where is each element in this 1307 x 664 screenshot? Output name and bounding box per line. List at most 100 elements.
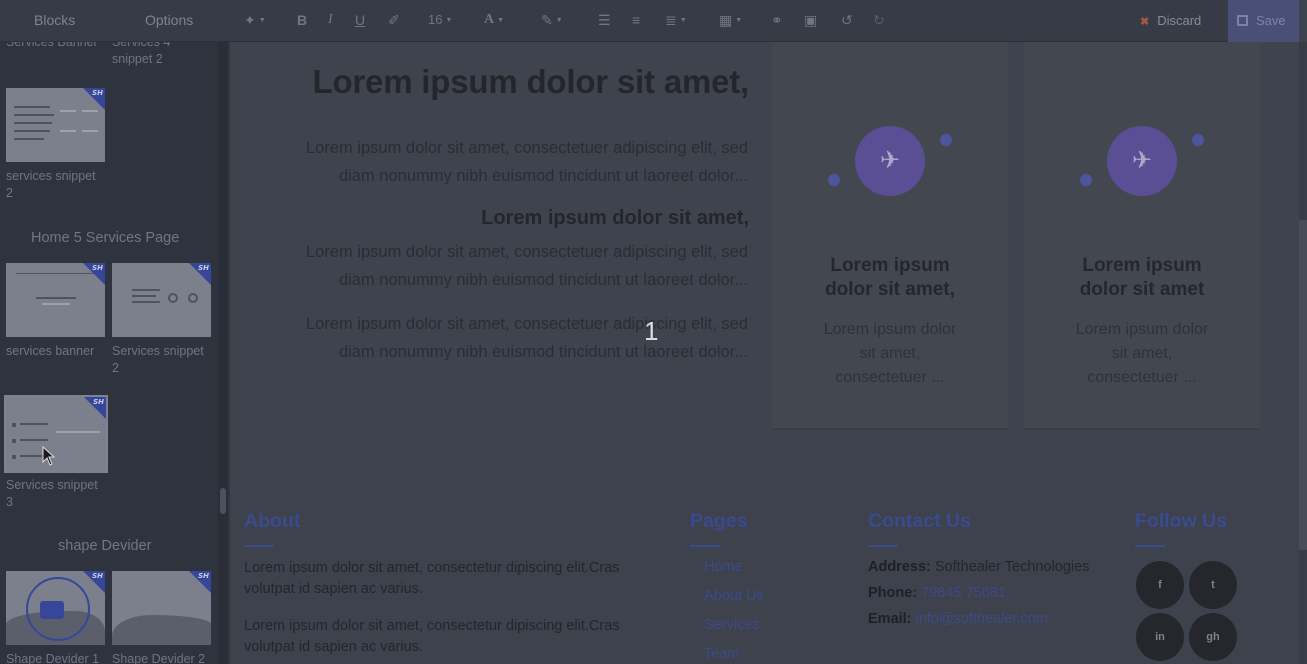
snippet-badge: SH <box>93 398 104 406</box>
font-size-select[interactable]: 16 ▼ <box>428 10 452 30</box>
intro-paragraph-1[interactable]: Lorem ipsum dolor sit amet, consectetuer… <box>228 134 748 190</box>
footer-phone: Phone: 79845 75681 <box>868 585 1006 601</box>
footer-about-text-1: Lorem ipsum dolor sit amet, consectetur … <box>244 560 620 597</box>
paragraph-line: Lorem ipsum dolor sit amet, consectetuer… <box>305 315 748 333</box>
snippet-badge: SH <box>198 572 209 580</box>
table-icon[interactable]: ▦ ▼ <box>719 10 742 30</box>
intro-paragraph-3[interactable]: Lorem ipsum dolor sit amet, consectetuer… <box>228 310 748 366</box>
save-button[interactable]: Save <box>1228 0 1299 42</box>
page-canvas: Lorem ipsum dolor sit amet, Lorem ipsum … <box>228 42 1307 664</box>
footer-link-services[interactable]: › Services <box>690 617 760 633</box>
footer-about-heading: About <box>244 510 301 532</box>
close-icon: ✖ <box>1140 16 1150 28</box>
editor-toolbar: Blocks Options ✦ ▼ B I U ✐ 16 ▼ A ▼ ✎ ▼ ☰ ≡ … <box>0 0 1307 42</box>
snippet-thumb-shape-devider-1[interactable]: SH <box>6 571 105 645</box>
paragraph-line: Lorem ipsum dolor sit amet, consectetuer… <box>305 139 748 157</box>
bold-icon[interactable]: B <box>297 10 307 30</box>
snippet-thumb-shape-devider-2[interactable]: SH <box>112 571 211 645</box>
github-icon[interactable]: gh <box>1189 613 1237 661</box>
snippet-label-shape-devider-1: Shape Devider 1 <box>6 652 100 664</box>
snippet-thumb-services-snippet-2[interactable]: SH <box>6 88 105 162</box>
snippet-badge: SH <box>92 572 103 580</box>
snippet-label-services-snippet-2-home5: Services snippet 2 <box>112 344 204 375</box>
font-size-value: 16 <box>428 12 443 27</box>
undo-icon[interactable]: ↺ <box>841 10 853 30</box>
rocket-icon: ✈ <box>855 126 925 196</box>
tab-options[interactable]: Options <box>145 0 193 42</box>
linkedin-icon[interactable]: in <box>1136 613 1184 661</box>
snippet-label-services-snippet-3: Services snippet 3 <box>6 478 98 509</box>
section-heading-shape: shape Devider <box>58 538 152 554</box>
card-text: Lorem ipsum dolor sit amet, consectetuer… <box>1075 321 1209 386</box>
site-footer: About Lorem ipsum dolor sit amet, consec… <box>230 492 1299 664</box>
paragraph-line: diam nonummy nibh euismod tincidunt ut l… <box>338 343 748 361</box>
section-subtitle[interactable]: Lorem ipsum dolor sit amet, <box>328 204 749 232</box>
italic-icon[interactable]: I <box>328 10 333 30</box>
numbered-list-icon[interactable]: ≡ <box>632 10 640 30</box>
floppy-disk-icon <box>1237 15 1248 26</box>
redo-icon[interactable]: ↻ <box>873 10 885 30</box>
mouse-cursor-icon <box>42 446 56 466</box>
footer-about-text-2: Lorem ipsum dolor sit amet, consectetur … <box>244 618 620 655</box>
snippet-badge: SH <box>92 264 103 272</box>
save-label: Save <box>1256 13 1286 28</box>
chevron-right-icon: › <box>690 647 694 661</box>
chevron-right-icon: › <box>690 589 694 603</box>
footer-pages-heading: Pages <box>690 510 748 532</box>
chevron-right-icon: › <box>690 560 694 574</box>
service-card-2[interactable]: ✈ Lorem ipsum dolor sit amet Lorem ipsum… <box>1024 42 1260 432</box>
card-title: Lorem ipsum dolor sit amet, <box>825 255 955 300</box>
sidebar-scrollbar[interactable] <box>218 42 228 664</box>
discard-label: Discard <box>1157 13 1202 28</box>
email-link[interactable]: info@softhealer.com <box>916 611 1048 627</box>
paragraph-line: Lorem ipsum dolor sit amet, consectetuer… <box>305 243 748 261</box>
facebook-icon[interactable]: f <box>1136 561 1184 609</box>
link-icon[interactable]: ⚭ <box>771 10 783 30</box>
section-heading-home5: Home 5 Services Page <box>31 230 180 246</box>
footer-contact-heading: Contact Us <box>868 510 971 532</box>
paragraph-line: diam nonummy nibh euismod tincidunt ut l… <box>338 271 748 289</box>
snippet-thumb-services-banner[interactable]: SH <box>6 263 105 337</box>
counter-number: 1 <box>644 316 659 346</box>
tab-blocks[interactable]: Blocks <box>34 0 75 42</box>
underline-icon[interactable]: U <box>355 10 365 30</box>
twitter-icon[interactable]: t <box>1189 561 1237 609</box>
snippet-thumb-services-snippet-2-home5[interactable]: SH <box>112 263 211 337</box>
card-text: Lorem ipsum dolor sit amet, consectetuer… <box>823 321 957 386</box>
image-icon[interactable]: ▣ <box>804 10 817 30</box>
chevron-right-icon: › <box>690 618 694 632</box>
footer-follow-heading: Follow Us <box>1135 510 1228 532</box>
card-title: Lorem ipsum dolor sit amet <box>1079 255 1205 300</box>
snippet-label-services-4-snippet-2: Services 4 snippet 2 <box>112 42 171 66</box>
canvas-scrollbar-thumb[interactable] <box>1299 220 1307 550</box>
phone-link[interactable]: 79845 75681 <box>921 585 1006 601</box>
snippet-label-services-banner-home5: services banner <box>6 344 95 358</box>
footer-link-team[interactable]: › Team <box>690 646 739 662</box>
footer-address: Address: Softhealer Technologies <box>868 559 1090 575</box>
snippet-badge: SH <box>92 89 103 97</box>
footer-email: Email: info@softhealer.com <box>868 611 1048 627</box>
footer-link-about-us[interactable]: › About Us <box>690 588 764 604</box>
snippet-label-shape-devider-2: Shape Devider 2 <box>112 652 206 664</box>
rocket-icon: ✈ <box>1107 126 1177 196</box>
paragraph-line: diam nonummy nibh euismod tincidunt ut l… <box>338 167 748 185</box>
snippets-sidebar: Services Banner Services 4 snippet 2 SH … <box>0 42 218 664</box>
snippet-thumb-services-snippet-3[interactable]: SH <box>4 395 108 473</box>
footer-link-home[interactable]: › Home <box>690 559 743 575</box>
discard-button[interactable]: ✖ Discard <box>1140 0 1201 42</box>
bullet-list-icon[interactable]: ☰ <box>598 10 611 30</box>
font-color-icon[interactable]: A ▼ <box>484 10 504 30</box>
paint-brush-icon[interactable]: ✎ ▼ <box>541 10 563 30</box>
eraser-icon[interactable]: ✐ <box>388 10 400 30</box>
snippet-label-services-banner: Services Banner <box>6 42 98 49</box>
service-card-1[interactable]: ✈ Lorem ipsum dolor sit amet, Lorem ipsu… <box>772 42 1008 432</box>
sidebar-scrollbar-thumb[interactable] <box>220 488 226 514</box>
hero-title[interactable]: Lorem ipsum dolor sit amet, <box>288 62 749 102</box>
toolbar-edge <box>1299 0 1307 42</box>
align-icon[interactable]: ≣ ▼ <box>665 10 687 30</box>
website-builder-app: Blocks Options ✦ ▼ B I U ✐ 16 ▼ A ▼ ✎ ▼ ☰ ≡ … <box>0 0 1307 664</box>
intro-paragraph-2[interactable]: Lorem ipsum dolor sit amet, consectetuer… <box>228 238 748 294</box>
snippet-label-services-snippet-2: services snippet 2 <box>6 169 96 200</box>
snippet-badge: SH <box>198 264 209 272</box>
magic-wand-icon[interactable]: ✦ ▼ <box>244 10 266 30</box>
